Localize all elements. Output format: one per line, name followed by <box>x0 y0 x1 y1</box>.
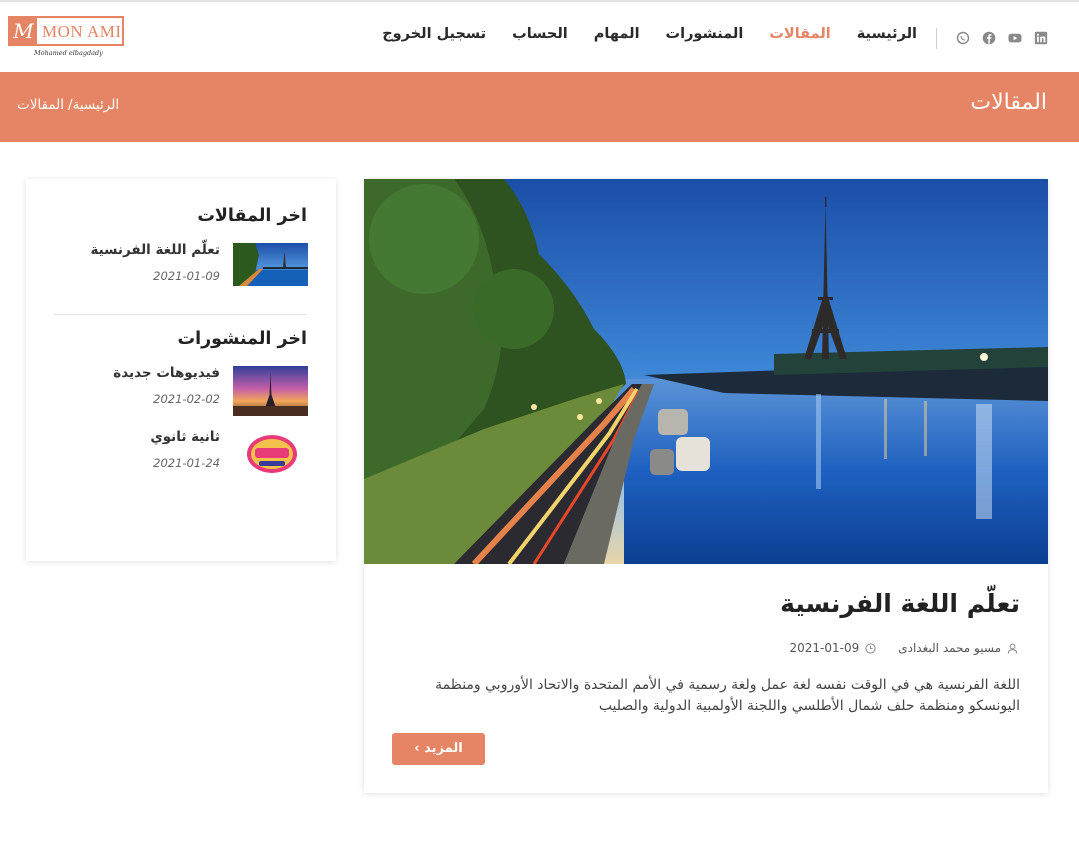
sidebar-article-title[interactable]: تعلّم اللغة الفرنسية <box>90 242 220 258</box>
latest-posts-heading: اخر المنشورات <box>177 329 307 349</box>
logo-name: MON AMI <box>42 22 122 41</box>
post-thumbnail[interactable] <box>233 366 308 416</box>
site-header: M MON AMI Mohamed elbagdady الرئيسية الم… <box>0 2 1079 72</box>
sidebar-article-item[interactable]: تعلّم اللغة الفرنسية 2021-01-09 <box>54 242 309 287</box>
sidebar-post-date: 2021-02-02 <box>153 392 220 406</box>
nav-account[interactable]: الحساب <box>512 26 568 42</box>
article-author-name: مسيو محمد البغدادى <box>898 641 1001 655</box>
article-title[interactable]: تعلّم اللغة الفرنسية <box>780 589 1020 618</box>
post-logo-thumbnail[interactable] <box>237 428 307 478</box>
nav-logout[interactable]: تسجيل الخروج <box>382 26 486 42</box>
main-nav: الرئيسية المقالات المنشورات المهام الحسا… <box>382 26 917 42</box>
article-card: تعلّم اللغة الفرنسية مسيو محمد البغدادى … <box>364 179 1048 793</box>
read-more-label: المزيد <box>424 741 463 756</box>
whatsapp-icon[interactable] <box>956 30 970 45</box>
sidebar-article-date: 2021-01-09 <box>153 269 220 283</box>
breadcrumb-home[interactable]: الرئيسية/ <box>68 97 119 113</box>
chevron-left-icon: › <box>414 741 420 756</box>
sidebar-post-item[interactable]: فيديوهات جديدة 2021-02-02 <box>54 365 309 416</box>
sidebar: اخر المقالات تعلّم اللغة الفرنسية 2021-0… <box>26 179 336 561</box>
site-logo[interactable]: M MON AMI Mohamed elbagdady <box>8 16 126 60</box>
nav-tasks[interactable]: المهام <box>594 26 640 42</box>
article-thumbnail[interactable] <box>233 243 308 286</box>
sidebar-post-title[interactable]: فيديوهات جديدة <box>113 365 220 381</box>
latest-articles-heading: اخر المقالات <box>197 206 307 226</box>
logo-box: M MON AMI <box>8 16 124 46</box>
breadcrumb-current: المقالات <box>17 97 65 113</box>
sidebar-post-title[interactable]: ثانية ثانوي <box>150 429 220 445</box>
article-hero-image[interactable] <box>364 179 1048 564</box>
linkedin-icon[interactable] <box>1034 30 1048 45</box>
logo-tagline: Mohamed elbagdady <box>34 49 103 57</box>
youtube-icon[interactable] <box>1008 30 1022 44</box>
logo-mark: M <box>10 18 37 44</box>
read-more-button[interactable]: المزيد › <box>392 733 485 765</box>
nav-divider <box>936 28 937 49</box>
user-icon <box>1007 643 1018 654</box>
article-author: مسيو محمد البغدادى <box>898 641 1018 655</box>
article-date-value: 2021-01-09 <box>789 641 860 655</box>
page-banner: المقالات الرئيسية/ المقالات <box>0 72 1079 142</box>
sidebar-post-item[interactable]: ثانية ثانوي 2021-01-24 <box>54 429 309 474</box>
article-excerpt: اللغة الفرنسية هي في الوقت نفسه لغة عمل … <box>435 677 1020 714</box>
sidebar-post-date: 2021-01-24 <box>153 456 220 470</box>
article-date: 2021-01-09 <box>789 641 876 655</box>
article-meta: مسيو محمد البغدادى 2021-01-09 <box>789 641 1018 655</box>
nav-articles[interactable]: المقالات <box>769 26 830 42</box>
social-links <box>956 30 1048 45</box>
facebook-icon[interactable] <box>982 30 996 45</box>
nav-home[interactable]: الرئيسية <box>857 26 917 42</box>
nav-posts[interactable]: المنشورات <box>666 26 744 42</box>
page-title: المقالات <box>970 90 1047 115</box>
clock-icon <box>865 642 876 654</box>
sidebar-divider <box>54 314 307 315</box>
breadcrumb: الرئيسية/ المقالات <box>17 97 119 113</box>
